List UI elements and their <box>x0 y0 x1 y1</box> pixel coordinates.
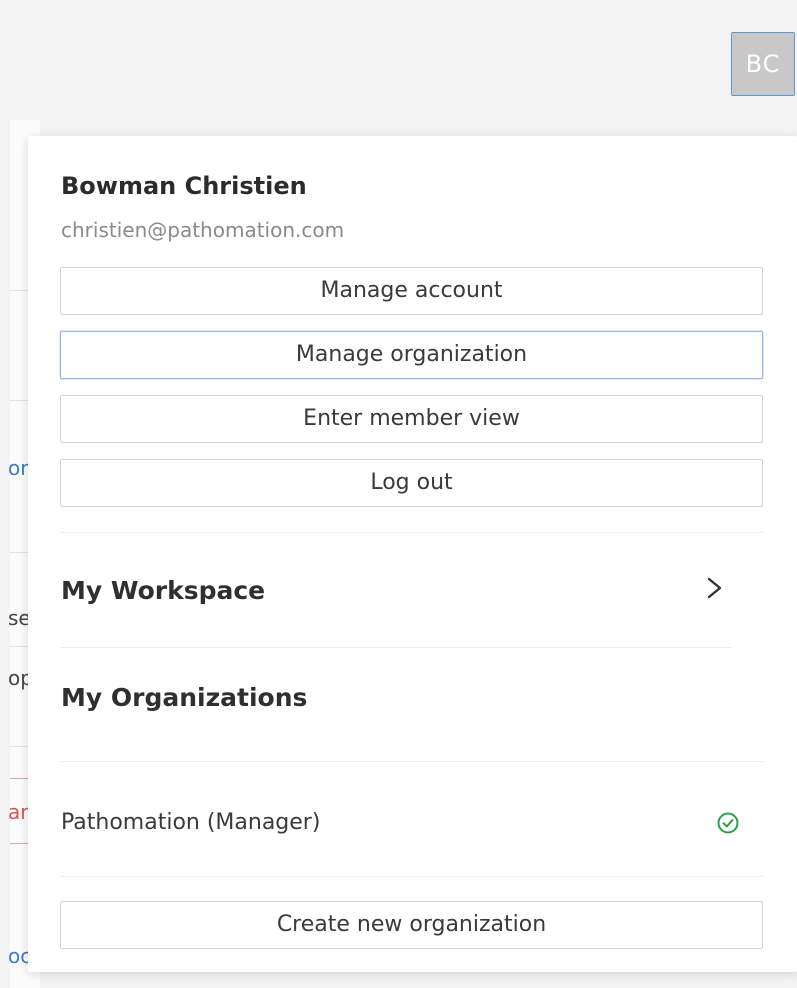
background-text-fragment: se <box>8 606 30 630</box>
menu-divider <box>60 647 732 648</box>
menu-divider <box>60 876 763 877</box>
background-divider <box>10 552 30 553</box>
enter-member-view-button[interactable]: Enter member view <box>60 395 763 443</box>
manage-account-button[interactable]: Manage account <box>60 267 763 315</box>
organization-name: Pathomation (Manager) <box>61 810 321 835</box>
page: or se op ar oc BC Bowman Christien chris… <box>0 0 797 988</box>
my-workspace-link[interactable]: My Workspace <box>61 576 265 605</box>
chevron-right-icon[interactable] <box>704 573 726 603</box>
manage-organization-button[interactable]: Manage organization <box>60 331 763 379</box>
create-new-organization-button[interactable]: Create new organization <box>60 901 763 949</box>
check-circle-icon <box>717 812 739 834</box>
menu-divider <box>60 761 763 762</box>
account-dropdown-menu: Bowman Christien christien@pathomation.c… <box>28 136 797 972</box>
background-error-fragment: ar <box>8 800 29 824</box>
organization-item[interactable]: Pathomation (Manager) <box>60 796 763 854</box>
background-divider <box>10 400 30 401</box>
log-out-button[interactable]: Log out <box>60 459 763 507</box>
background-link-fragment[interactable]: oc <box>8 944 30 968</box>
user-email: christien@pathomation.com <box>61 218 345 242</box>
my-organizations-heading: My Organizations <box>61 683 308 712</box>
background-link-fragment[interactable]: or <box>8 456 30 480</box>
background-divider <box>10 646 30 647</box>
background-divider <box>10 290 30 291</box>
background-text-fragment: op <box>8 666 30 690</box>
background-divider <box>10 746 30 747</box>
menu-divider <box>60 532 763 533</box>
user-avatar-button[interactable]: BC <box>731 32 795 96</box>
user-name: Bowman Christien <box>61 172 307 200</box>
